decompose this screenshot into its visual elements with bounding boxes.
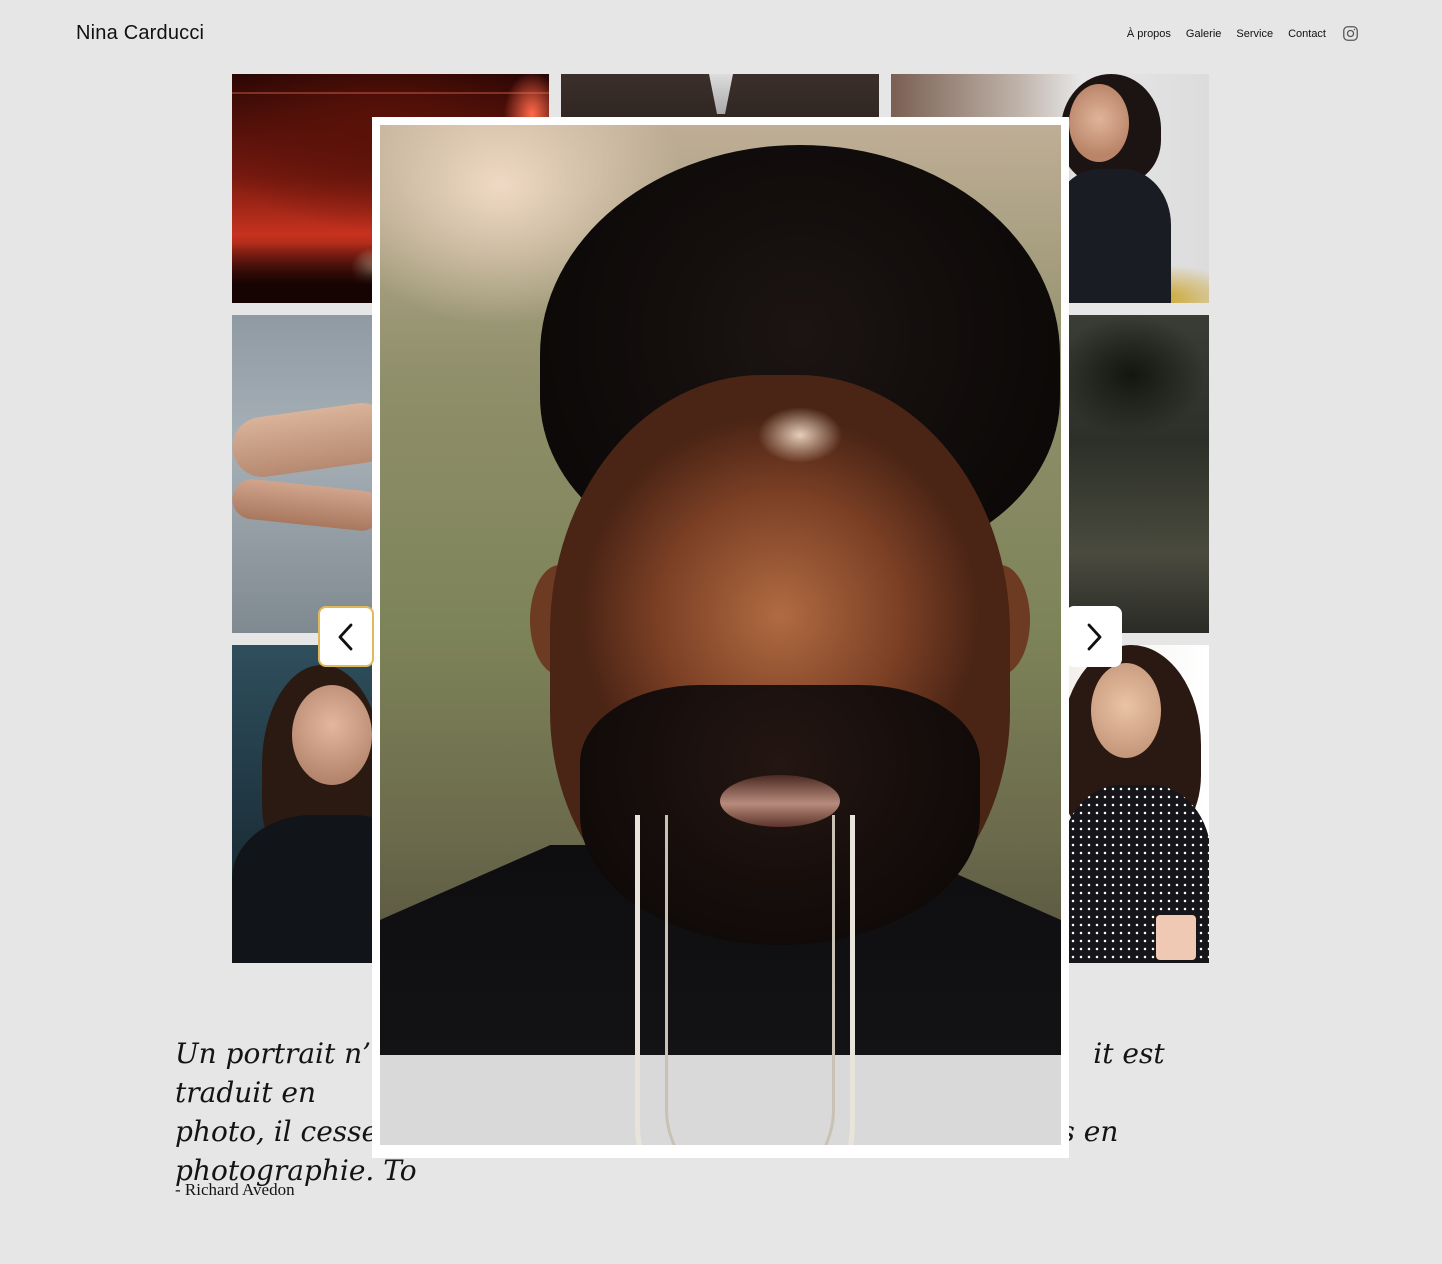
nav-item-service[interactable]: Service xyxy=(1236,28,1273,40)
lightbox-next-button[interactable] xyxy=(1066,606,1122,667)
quote-author: - Richard Avedon xyxy=(175,1180,295,1199)
site-brand[interactable]: Nina Carducci xyxy=(76,22,204,45)
instagram-icon[interactable] xyxy=(1342,25,1359,42)
lightbox-prev-button[interactable] xyxy=(318,606,374,667)
lightbox-modal xyxy=(372,117,1069,1158)
lightbox-image xyxy=(380,125,1061,1145)
chevron-left-icon xyxy=(338,623,353,650)
chevron-right-icon xyxy=(1087,623,1102,650)
main-nav: À propos Galerie Service Contact xyxy=(1127,25,1359,42)
nav-item-contact[interactable]: Contact xyxy=(1288,28,1326,40)
nav-item-galerie[interactable]: Galerie xyxy=(1186,28,1221,40)
nav-item-a-propos[interactable]: À propos xyxy=(1127,28,1171,40)
